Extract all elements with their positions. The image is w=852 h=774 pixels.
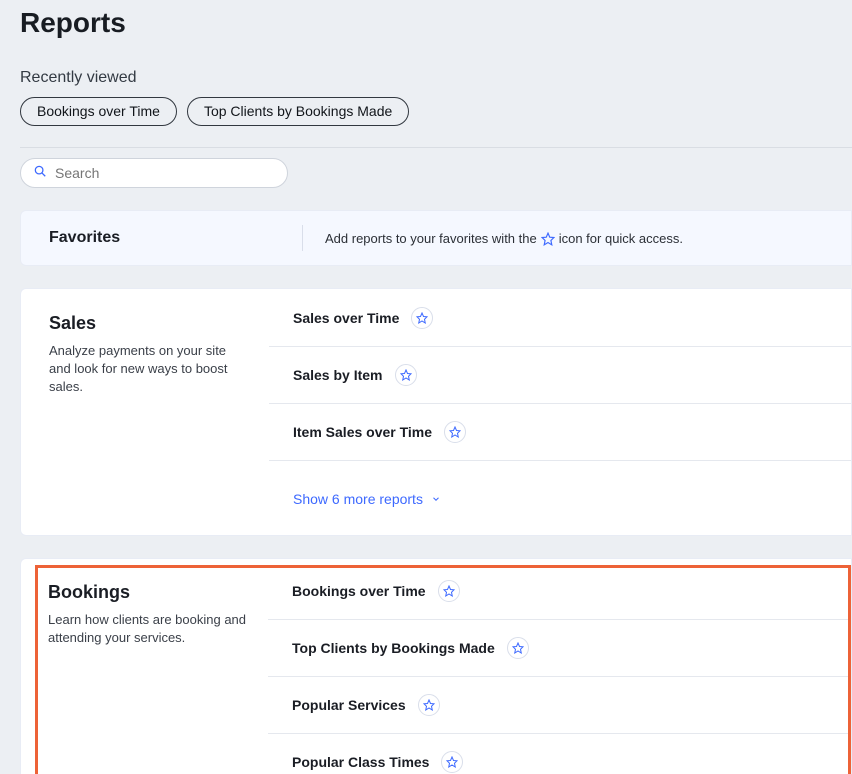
favorites-title: Favorites [21, 225, 303, 251]
favorites-hint-text: Add reports to your favorites with the [325, 231, 537, 246]
bookings-title: Bookings [48, 582, 250, 603]
favorite-button[interactable] [418, 694, 440, 716]
report-name: Popular Class Times [292, 754, 429, 770]
report-row[interactable]: Sales over Time [269, 297, 851, 347]
recently-viewed-label: Recently viewed [2, 39, 852, 97]
recent-chip[interactable]: Bookings over Time [20, 97, 177, 126]
favorite-button[interactable] [444, 421, 466, 443]
bookings-section: Bookings Learn how clients are booking a… [20, 558, 852, 774]
page-title: Reports [2, 0, 852, 39]
show-more-link[interactable]: Show 6 more reports [269, 461, 851, 513]
show-more-label: Show 6 more reports [293, 491, 423, 507]
recently-viewed-chips: Bookings over Time Top Clients by Bookin… [2, 97, 852, 126]
divider [20, 147, 852, 148]
report-row[interactable]: Sales by Item [269, 347, 851, 404]
star-icon [541, 232, 555, 246]
report-row[interactable]: Popular Class Times [268, 734, 848, 774]
report-row[interactable]: Popular Services [268, 677, 848, 734]
favorite-button[interactable] [438, 580, 460, 602]
favorite-button[interactable] [411, 307, 433, 329]
favorites-hint: Add reports to your favorites with the i… [303, 231, 683, 246]
favorite-button[interactable] [507, 637, 529, 659]
report-row[interactable]: Top Clients by Bookings Made [268, 620, 848, 677]
search-icon [33, 164, 47, 183]
highlight-frame: Bookings Learn how clients are booking a… [35, 565, 851, 774]
favorite-button[interactable] [395, 364, 417, 386]
sales-title: Sales [49, 313, 239, 334]
chevron-down-icon [431, 491, 441, 507]
report-name: Sales by Item [293, 367, 383, 383]
sales-description: Analyze payments on your site and look f… [49, 342, 239, 397]
favorites-card: Favorites Add reports to your favorites … [20, 210, 852, 266]
report-row[interactable]: Bookings over Time [268, 570, 848, 620]
search-input[interactable] [55, 165, 275, 181]
report-name: Top Clients by Bookings Made [292, 640, 495, 656]
search-field[interactable] [20, 158, 288, 188]
report-name: Popular Services [292, 697, 406, 713]
report-name: Item Sales over Time [293, 424, 432, 440]
favorite-button[interactable] [441, 751, 463, 773]
favorites-hint-text: icon for quick access. [559, 231, 683, 246]
sales-section: Sales Analyze payments on your site and … [20, 288, 852, 536]
report-name: Sales over Time [293, 310, 399, 326]
recent-chip[interactable]: Top Clients by Bookings Made [187, 97, 409, 126]
bookings-description: Learn how clients are booking and attend… [48, 611, 250, 647]
report-name: Bookings over Time [292, 583, 426, 599]
report-row[interactable]: Item Sales over Time [269, 404, 851, 461]
